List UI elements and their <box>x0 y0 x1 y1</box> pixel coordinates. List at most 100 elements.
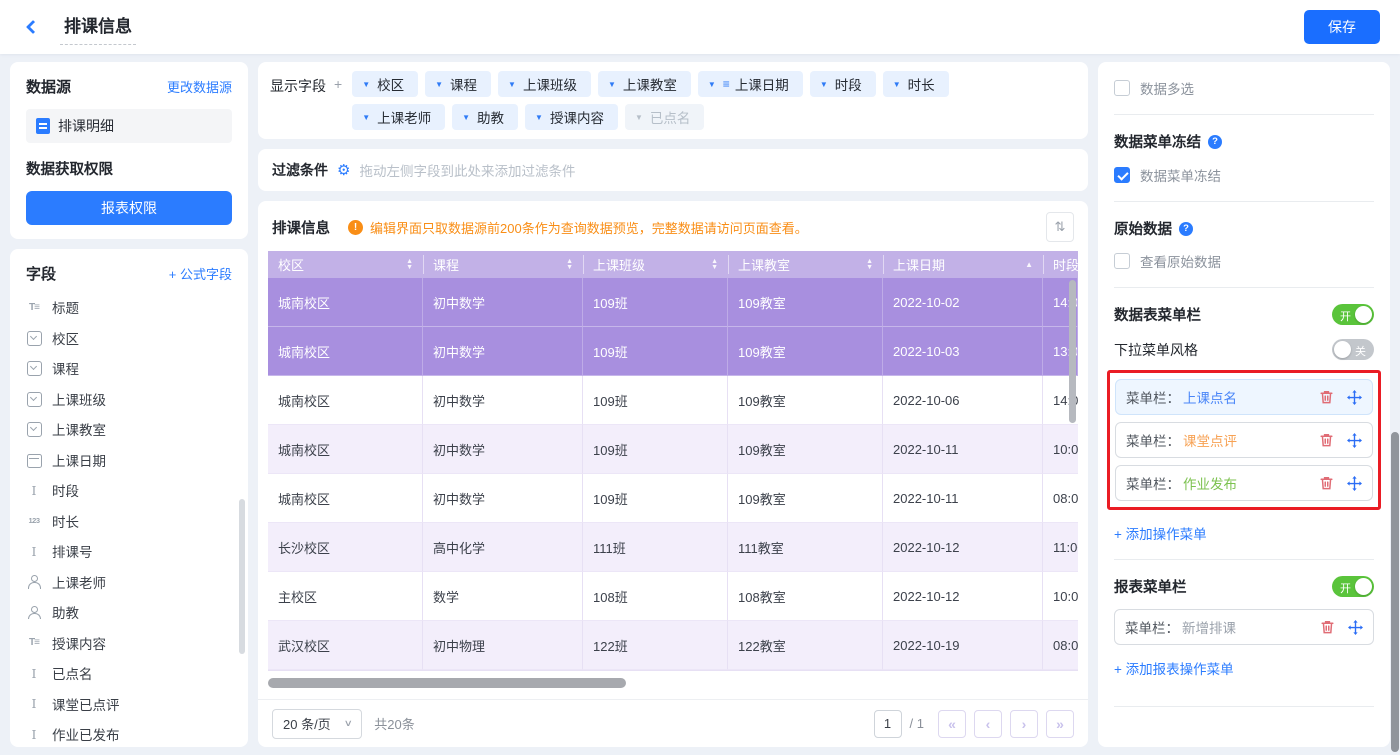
multi-select-option[interactable]: 数据多选 <box>1114 78 1374 98</box>
move-icon[interactable] <box>1347 476 1362 491</box>
page-number-box[interactable]: 1 <box>874 710 902 738</box>
raw-data-label: 查看原始数据 <box>1140 251 1221 271</box>
menu-bar-item[interactable]: 菜单栏： 作业发布 <box>1115 465 1373 501</box>
column-header[interactable]: 校区 ▲▼ <box>268 251 423 278</box>
field-item[interactable]: 标题 <box>26 292 232 323</box>
save-button[interactable]: 保存 <box>1304 10 1380 44</box>
settings-panel: 数据多选 数据菜单冻结 ? 数据菜单冻结 原始数据 ? 查看原始数据 <box>1098 62 1390 747</box>
add-formula-field-link[interactable]: + 公式字段 <box>169 264 232 283</box>
gear-icon[interactable]: ⚙ <box>337 163 350 178</box>
raw-data-checkbox[interactable] <box>1114 253 1130 269</box>
table-row[interactable]: 城南校区 初中数学 109班 109教室 2022-10-11 08:00-0 <box>268 474 1078 523</box>
field-item[interactable]: 排课号 <box>26 536 232 567</box>
table-menu-toggle[interactable]: 开 <box>1332 304 1374 325</box>
column-header[interactable]: 时段 ▲▼ <box>1043 251 1078 278</box>
table-row[interactable]: 武汉校区 初中物理 122班 122教室 2022-10-19 08:00-0 <box>268 621 1078 670</box>
trash-icon[interactable] <box>1319 432 1334 448</box>
field-item[interactable]: 课堂已点评 <box>26 689 232 720</box>
multi-select-checkbox[interactable] <box>1114 80 1130 96</box>
display-field-chip[interactable]: ▼ ≡ 校区 <box>352 71 418 97</box>
field-item[interactable]: 校区 <box>26 323 232 354</box>
display-field-chip[interactable]: ▼ ≡ 课程 <box>425 71 491 97</box>
datasource-title: 数据源 <box>26 76 71 97</box>
column-sort-icon[interactable]: ▲▼ <box>1019 262 1033 268</box>
add-display-field-button[interactable]: + <box>334 76 342 130</box>
table-row[interactable]: 城南校区 初中数学 109班 109教室 2022-10-06 14:00-1 <box>268 376 1078 425</box>
field-item[interactable]: 授课内容 <box>26 628 232 659</box>
table-row[interactable]: 城南校区 初中数学 109班 109教室 2022-10-03 13:00-1 <box>268 327 1078 376</box>
dropdown-style-toggle[interactable]: 关 <box>1332 339 1374 360</box>
field-item[interactable]: 上课老师 <box>26 567 232 598</box>
field-item[interactable]: 时长 <box>26 506 232 537</box>
pagination-nav-button[interactable]: ‹ <box>974 710 1002 738</box>
column-header[interactable]: 上课教室 ▲▼ <box>728 251 883 278</box>
pagination-nav-button[interactable]: › <box>1010 710 1038 738</box>
column-header[interactable]: 课程 ▲▼ <box>423 251 583 278</box>
column-sort-icon[interactable]: ▲▼ <box>560 259 573 270</box>
freeze-option[interactable]: 数据菜单冻结 <box>1114 165 1374 185</box>
menu-bar-item[interactable]: 菜单栏： 新增排课 <box>1114 609 1374 645</box>
display-field-chip[interactable]: ▼ ≡ 上课教室 <box>598 71 691 97</box>
window-scrollbar[interactable] <box>1391 432 1399 752</box>
sort-toggle-button[interactable]: ⇅ <box>1046 212 1074 242</box>
field-item[interactable]: 已点名 <box>26 658 232 689</box>
raw-data-option[interactable]: 查看原始数据 <box>1114 251 1374 271</box>
datasource-item[interactable]: 排课明细 <box>26 109 232 143</box>
field-type-icon <box>26 482 42 498</box>
field-item[interactable]: 课程 <box>26 353 232 384</box>
display-field-chip[interactable]: ▼ ≡ 上课老师 <box>352 104 445 130</box>
help-icon[interactable]: ? <box>1179 222 1193 236</box>
page-size-select[interactable]: 20 条/页 ∨ <box>272 709 362 739</box>
table-row[interactable]: 城南校区 初中数学 109班 109教室 2022-10-11 10:00-1 <box>268 425 1078 474</box>
table-row[interactable]: 长沙校区 高中化学 111班 111教室 2022-10-12 11:00-1 <box>268 523 1078 572</box>
table-cell: 初中物理 <box>423 621 583 670</box>
table-row[interactable]: 城南校区 初中数学 109班 109教室 2022-10-02 14:00-1 <box>268 278 1078 327</box>
field-item[interactable]: 作业已发布 <box>26 719 232 747</box>
display-field-chip[interactable]: ▼ ≡ 助教 <box>452 104 518 130</box>
table-vertical-scrollbar[interactable] <box>1069 280 1076 423</box>
move-icon[interactable] <box>1347 390 1362 405</box>
column-header[interactable]: 上课日期 ▲▼ <box>883 251 1043 278</box>
display-field-chip[interactable]: ▼ ≡ 上课日期 <box>698 71 803 97</box>
help-icon[interactable]: ? <box>1208 135 1222 149</box>
move-icon[interactable] <box>1348 620 1363 635</box>
report-menu-toggle[interactable]: 开 <box>1332 576 1374 597</box>
change-datasource-link[interactable]: 更改数据源 <box>167 77 232 96</box>
move-icon[interactable] <box>1347 433 1362 448</box>
pagination-nav-button[interactable]: » <box>1046 710 1074 738</box>
display-field-chip[interactable]: ▼ ≡ 时段 <box>810 71 876 97</box>
report-permission-button[interactable]: 报表权限 <box>26 191 232 225</box>
pagination-nav-button[interactable]: « <box>938 710 966 738</box>
display-field-chip[interactable]: ▼ ≡ 上课班级 <box>498 71 591 97</box>
menu-bar-item[interactable]: 菜单栏： 上课点名 <box>1115 379 1373 415</box>
column-label: 上课日期 <box>893 255 945 274</box>
table-horizontal-scrollbar[interactable] <box>268 678 626 688</box>
add-report-menu-link[interactable]: + 添加报表操作菜单 <box>1114 658 1374 678</box>
trash-icon[interactable] <box>1319 475 1334 491</box>
field-item[interactable]: 上课日期 <box>26 445 232 476</box>
menu-bar-item[interactable]: 菜单栏： 课堂点评 <box>1115 422 1373 458</box>
freeze-checkbox[interactable] <box>1114 167 1130 183</box>
column-sort-icon[interactable]: ▲▼ <box>860 259 873 270</box>
back-button[interactable] <box>20 14 46 40</box>
field-item[interactable]: 时段 <box>26 475 232 506</box>
column-sort-icon[interactable]: ▲▼ <box>705 259 718 270</box>
fields-scrollbar[interactable] <box>239 499 245 654</box>
table-row[interactable]: 主校区 数学 108班 108教室 2022-10-12 10:00-1 <box>268 572 1078 621</box>
display-field-chip[interactable]: ▼ ≡ 已点名 <box>625 104 704 130</box>
field-type-icon <box>26 726 42 742</box>
column-header[interactable]: 上课班级 ▲▼ <box>583 251 728 278</box>
left-sidebar: 数据源 更改数据源 排课明细 数据获取权限 报表权限 字段 + 公式字段 标题 <box>10 62 248 747</box>
field-item[interactable]: 上课班级 <box>26 384 232 415</box>
table-cell: 109班 <box>583 425 728 474</box>
add-action-menu-link[interactable]: + 添加操作菜单 <box>1114 523 1374 543</box>
trash-icon[interactable] <box>1319 389 1334 405</box>
table-cell: 2022-10-02 <box>883 278 1043 327</box>
display-field-chip[interactable]: ▼ ≡ 授课内容 <box>525 104 618 130</box>
field-item[interactable]: 上课教室 <box>26 414 232 445</box>
field-item[interactable]: 助教 <box>26 597 232 628</box>
menu-item-prefix: 菜单栏： <box>1126 430 1180 450</box>
trash-icon[interactable] <box>1320 619 1335 635</box>
column-sort-icon[interactable]: ▲▼ <box>400 259 413 270</box>
display-field-chip[interactable]: ▼ ≡ 时长 <box>883 71 949 97</box>
